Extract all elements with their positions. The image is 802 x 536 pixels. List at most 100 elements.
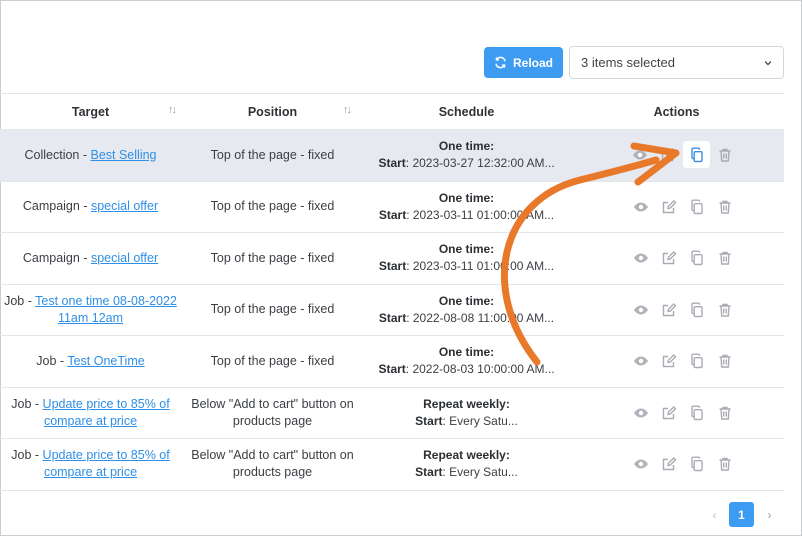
start-label: Start <box>415 465 443 480</box>
actions-cell <box>569 141 784 169</box>
start-label: Start <box>378 310 407 325</box>
chevron-down-icon <box>764 61 772 66</box>
edit-button[interactable] <box>660 352 678 370</box>
edit-button[interactable] <box>659 146 677 164</box>
target-type: Campaign <box>22 199 80 214</box>
position-cell: Top of the page - fixed <box>210 302 335 317</box>
trash-icon <box>719 149 731 162</box>
column-header-target[interactable]: Target ↑↓ <box>0 104 181 119</box>
delete-button[interactable] <box>716 249 734 267</box>
view-button[interactable] <box>632 198 650 216</box>
target-link[interactable]: special offer <box>91 251 158 265</box>
duplicate-button[interactable] <box>688 404 706 422</box>
position-cell: Top of the page - fixed <box>210 147 335 162</box>
duplicate-button[interactable] <box>688 301 706 319</box>
schedule-cell: Repeat weekly: Start: Every Satu... <box>364 447 569 481</box>
target-type: Job <box>36 353 57 368</box>
copy-icon <box>690 147 703 162</box>
table-row[interactable]: Campaign - special offer Top of the page… <box>0 182 784 233</box>
copy-icon <box>690 353 703 369</box>
eye-icon <box>633 150 647 160</box>
eye-icon <box>633 253 648 263</box>
edit-icon <box>661 148 676 162</box>
target-cell: Collection - Best Selling <box>24 147 157 162</box>
table-row[interactable]: Job - Update price to 85% of compare at … <box>0 439 784 491</box>
delete-button[interactable] <box>716 455 734 473</box>
actions-cell <box>569 455 784 473</box>
table-row[interactable]: Collection - Best Selling Top of the pag… <box>0 130 784 182</box>
delete-button[interactable] <box>716 146 734 164</box>
target-type: Campaign <box>22 250 80 265</box>
reload-button[interactable]: Reload <box>484 47 563 78</box>
copy-icon <box>690 405 703 420</box>
view-button[interactable] <box>631 146 649 164</box>
duplicate-button[interactable] <box>688 455 706 473</box>
table-row[interactable]: Job - Test OneTime Top of the page - fix… <box>0 336 784 388</box>
delete-button[interactable] <box>716 352 734 370</box>
trash-icon <box>719 406 730 420</box>
target-link[interactable]: Update price to 85% of compare at price <box>43 397 170 428</box>
view-button[interactable] <box>632 301 650 319</box>
sort-icon[interactable]: ↑↓ <box>343 104 352 116</box>
schedule-title: One time: <box>438 242 495 257</box>
actions-cell <box>569 198 784 216</box>
eye-icon <box>633 202 648 212</box>
start-label: Start <box>378 362 406 377</box>
schedule-cell: One time: Start: 2023-03-27 12:32:00 AM.… <box>364 138 569 172</box>
target-cell: Job - Test one time 08-08-2022 11am 12am <box>4 293 177 325</box>
bulk-selection-dropdown[interactable]: 3 items selected <box>569 46 784 79</box>
start-label: Start <box>378 156 406 171</box>
edit-icon <box>662 302 676 316</box>
selection-text: 3 items selected <box>581 55 675 70</box>
edit-button[interactable] <box>660 404 678 422</box>
start-label: Start <box>378 207 407 222</box>
sort-icon[interactable]: ↑↓ <box>168 104 177 116</box>
target-link[interactable]: Best Selling <box>90 148 156 162</box>
schedule-title: Repeat weekly: <box>423 448 510 463</box>
edit-icon <box>662 457 676 471</box>
position-cell: Top of the page - fixed <box>210 353 335 368</box>
edit-button[interactable] <box>660 249 678 267</box>
copy-icon <box>690 456 703 472</box>
target-link[interactable]: Update price to 85% of compare at price <box>43 448 170 479</box>
start-label: Start <box>415 413 443 428</box>
view-button[interactable] <box>632 455 650 473</box>
edit-button[interactable] <box>660 301 678 319</box>
target-link[interactable]: Test one time 08-08-2022 11am 12am <box>35 294 177 325</box>
target-link[interactable]: special offer <box>91 199 158 213</box>
delete-button[interactable] <box>716 198 734 216</box>
pagination-next[interactable]: › <box>757 502 782 527</box>
pagination-prev[interactable]: ‹ <box>702 502 727 527</box>
start-value: : 2022-08-03 10:00:00 AM... <box>405 362 555 377</box>
duplicate-button[interactable] <box>688 249 706 267</box>
target-cell: Job - Update price to 85% of compare at … <box>11 448 170 480</box>
target-link[interactable]: Test OneTime <box>67 354 144 368</box>
trash-icon <box>719 458 730 471</box>
edit-button[interactable] <box>660 198 678 216</box>
duplicate-button[interactable] <box>683 141 710 169</box>
delete-button[interactable] <box>716 404 734 422</box>
edit-button[interactable] <box>660 455 678 473</box>
trash-icon <box>719 355 730 368</box>
schedule-title: One time: <box>438 139 495 154</box>
table-row[interactable]: Job - Test one time 08-08-2022 11am 12am… <box>0 285 784 336</box>
table-row[interactable]: Campaign - special offer Top of the page… <box>0 233 784 285</box>
edit-icon <box>662 354 676 368</box>
reload-label: Reload <box>512 55 553 70</box>
view-button[interactable] <box>632 352 650 370</box>
duplicate-button[interactable] <box>688 198 706 216</box>
trash-icon <box>719 252 730 265</box>
view-button[interactable] <box>632 249 650 267</box>
refresh-icon <box>495 56 506 69</box>
duplicate-button[interactable] <box>688 352 706 370</box>
delete-button[interactable] <box>716 301 734 319</box>
column-header-actions: Actions <box>653 104 700 119</box>
table-row[interactable]: Job - Update price to 85% of compare at … <box>0 388 784 439</box>
column-header-position[interactable]: Position ↑↓ <box>181 104 364 119</box>
position-cell: Top of the page - fixed <box>210 250 335 265</box>
actions-cell <box>569 352 784 370</box>
pagination-page-current[interactable]: 1 <box>729 502 754 527</box>
schedule-cell: One time: Start: 2023-03-11 01:00:00 AM.… <box>364 190 569 224</box>
eye-icon <box>633 459 648 469</box>
view-button[interactable] <box>632 404 650 422</box>
